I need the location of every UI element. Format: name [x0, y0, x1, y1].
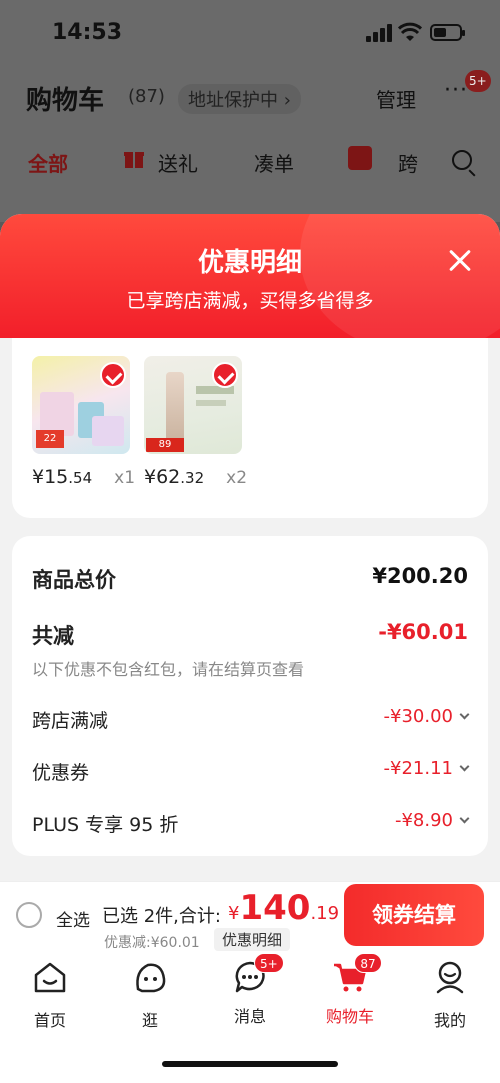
- total-price-value: ¥200.20: [372, 564, 468, 588]
- selected-count-text: 已选 2件,合计:: [102, 906, 221, 927]
- tab-all[interactable]: 全部: [28, 148, 68, 177]
- reduction-label: 共减: [32, 624, 74, 648]
- product-item[interactable]: 22 ¥15.54 x1: [32, 356, 136, 488]
- tab-cross-store[interactable]: 跨: [398, 148, 418, 177]
- product-image: 22: [32, 356, 130, 454]
- product-price-int: ¥62: [144, 466, 181, 488]
- browse-face-icon: [136, 963, 166, 993]
- close-icon[interactable]: [442, 242, 478, 278]
- price-summary-card: 商品总价 ¥200.20 共减 -¥60.01 以下优惠不包含红包，请在结算页查…: [12, 536, 488, 856]
- battery-icon: [430, 24, 465, 41]
- search-icon[interactable]: [452, 150, 472, 170]
- checkout-button[interactable]: 领券结算: [344, 884, 484, 946]
- tab-bundle[interactable]: 凑单: [254, 148, 294, 177]
- reduction-row: 共减 -¥60.01: [32, 620, 468, 650]
- profile-icon: [436, 961, 464, 994]
- tab-label: 购物车: [325, 1007, 374, 1026]
- manage-button[interactable]: 管理: [376, 84, 416, 113]
- product-price-int: ¥15: [32, 466, 69, 488]
- discount-item-row[interactable]: 优惠券 -¥21.11: [32, 758, 470, 786]
- discount-item-value: -¥30.00: [383, 706, 453, 727]
- sheet-subtitle: 已享跨店满减，买得多省得多: [126, 290, 374, 312]
- tab-browse[interactable]: 逛: [110, 959, 190, 1031]
- discount-summary: 优惠减:¥60.01: [104, 935, 200, 951]
- total-price-row: 商品总价 ¥200.20: [32, 564, 468, 594]
- discount-item-row[interactable]: PLUS 专享 95 折 -¥8.90: [32, 810, 470, 838]
- tab-messages[interactable]: 5+ 消息: [210, 953, 290, 1027]
- total-int: 140: [239, 888, 311, 928]
- chevron-down-icon[interactable]: [459, 813, 470, 824]
- home-indicator: [162, 1061, 338, 1067]
- discount-item-value: -¥21.11: [383, 758, 453, 779]
- tab-label: 首页: [33, 1011, 66, 1030]
- tab-cart[interactable]: 87 购物车: [310, 953, 390, 1027]
- product-qty: x1: [114, 468, 136, 488]
- tab-profile[interactable]: 我的: [410, 959, 490, 1031]
- signal-icon: [366, 24, 392, 42]
- total-amount: ¥140.19: [228, 888, 339, 928]
- home-icon: [34, 962, 66, 993]
- bottom-tabbar: 首页 逛 5+ 消息 87 购物车 我的: [0, 951, 500, 1083]
- product-image-tag: 22: [36, 430, 64, 448]
- wifi-icon: [398, 22, 422, 41]
- discount-item-label: PLUS 专享 95 折: [32, 814, 179, 836]
- tab-label: 消息: [233, 1007, 266, 1026]
- chevron-down-icon[interactable]: [459, 709, 470, 720]
- select-all-label[interactable]: 全选: [56, 906, 90, 931]
- tab-label: 逛: [141, 1011, 158, 1030]
- sheet-title: 优惠明细: [197, 248, 302, 278]
- checkmark-icon: [212, 362, 238, 388]
- tab-home[interactable]: 首页: [10, 959, 90, 1031]
- cart-count: (87): [128, 86, 165, 107]
- tab-gift[interactable]: 送礼: [158, 148, 198, 177]
- gift-icon: [124, 152, 144, 168]
- messages-badge: 5+: [254, 953, 284, 973]
- cart-badge: 87: [354, 953, 382, 973]
- promo-icon: [348, 146, 372, 170]
- select-all-checkbox[interactable]: [16, 902, 42, 928]
- status-bar: 14:53: [0, 0, 500, 62]
- total-price-label: 商品总价: [32, 568, 116, 592]
- product-image-tag: 89: [146, 438, 184, 452]
- sheet-header: 优惠明细 已享跨店满减，买得多省得多: [0, 214, 500, 354]
- discount-item-value: -¥8.90: [394, 810, 453, 831]
- reduction-value: -¥60.01: [378, 620, 468, 644]
- product-image: 89: [144, 356, 242, 454]
- discount-item-label: 跨店满减: [32, 710, 109, 732]
- status-time: 14:53: [52, 20, 123, 45]
- cart-title: 购物车: [26, 86, 105, 116]
- discount-detail-button[interactable]: 优惠明细: [214, 928, 291, 951]
- product-item[interactable]: 89 ¥62.32 x2: [144, 356, 248, 488]
- discount-item-label: 优惠券: [32, 762, 90, 784]
- product-qty: x2: [226, 468, 248, 488]
- product-price-dec: .54: [68, 469, 93, 487]
- checkout-bar: 全选 已选 2件,合计: ¥140.19 优惠减:¥60.01 优惠明细 领券结…: [0, 881, 500, 951]
- checkmark-icon: [100, 362, 126, 388]
- discount-detail-sheet: 优惠明细 已享跨店满减，买得多省得多 22 ¥15.54 x1 89 ¥62.3…: [0, 214, 500, 881]
- address-protect-button[interactable]: 地址保护中 ›: [178, 84, 301, 114]
- discount-note: 以下优惠不包含红包，请在结算页查看: [32, 660, 305, 679]
- product-price-dec: .32: [180, 469, 205, 487]
- chevron-down-icon[interactable]: [459, 761, 470, 772]
- total-currency: ¥: [228, 903, 240, 924]
- notification-badge: 5+: [465, 70, 491, 92]
- total-dec: .19: [310, 903, 340, 924]
- selected-products-card: 22 ¥15.54 x1 89 ¥62.32 x2: [12, 338, 488, 518]
- discount-item-row[interactable]: 跨店满减 -¥30.00: [32, 706, 470, 734]
- tab-label: 我的: [433, 1011, 466, 1030]
